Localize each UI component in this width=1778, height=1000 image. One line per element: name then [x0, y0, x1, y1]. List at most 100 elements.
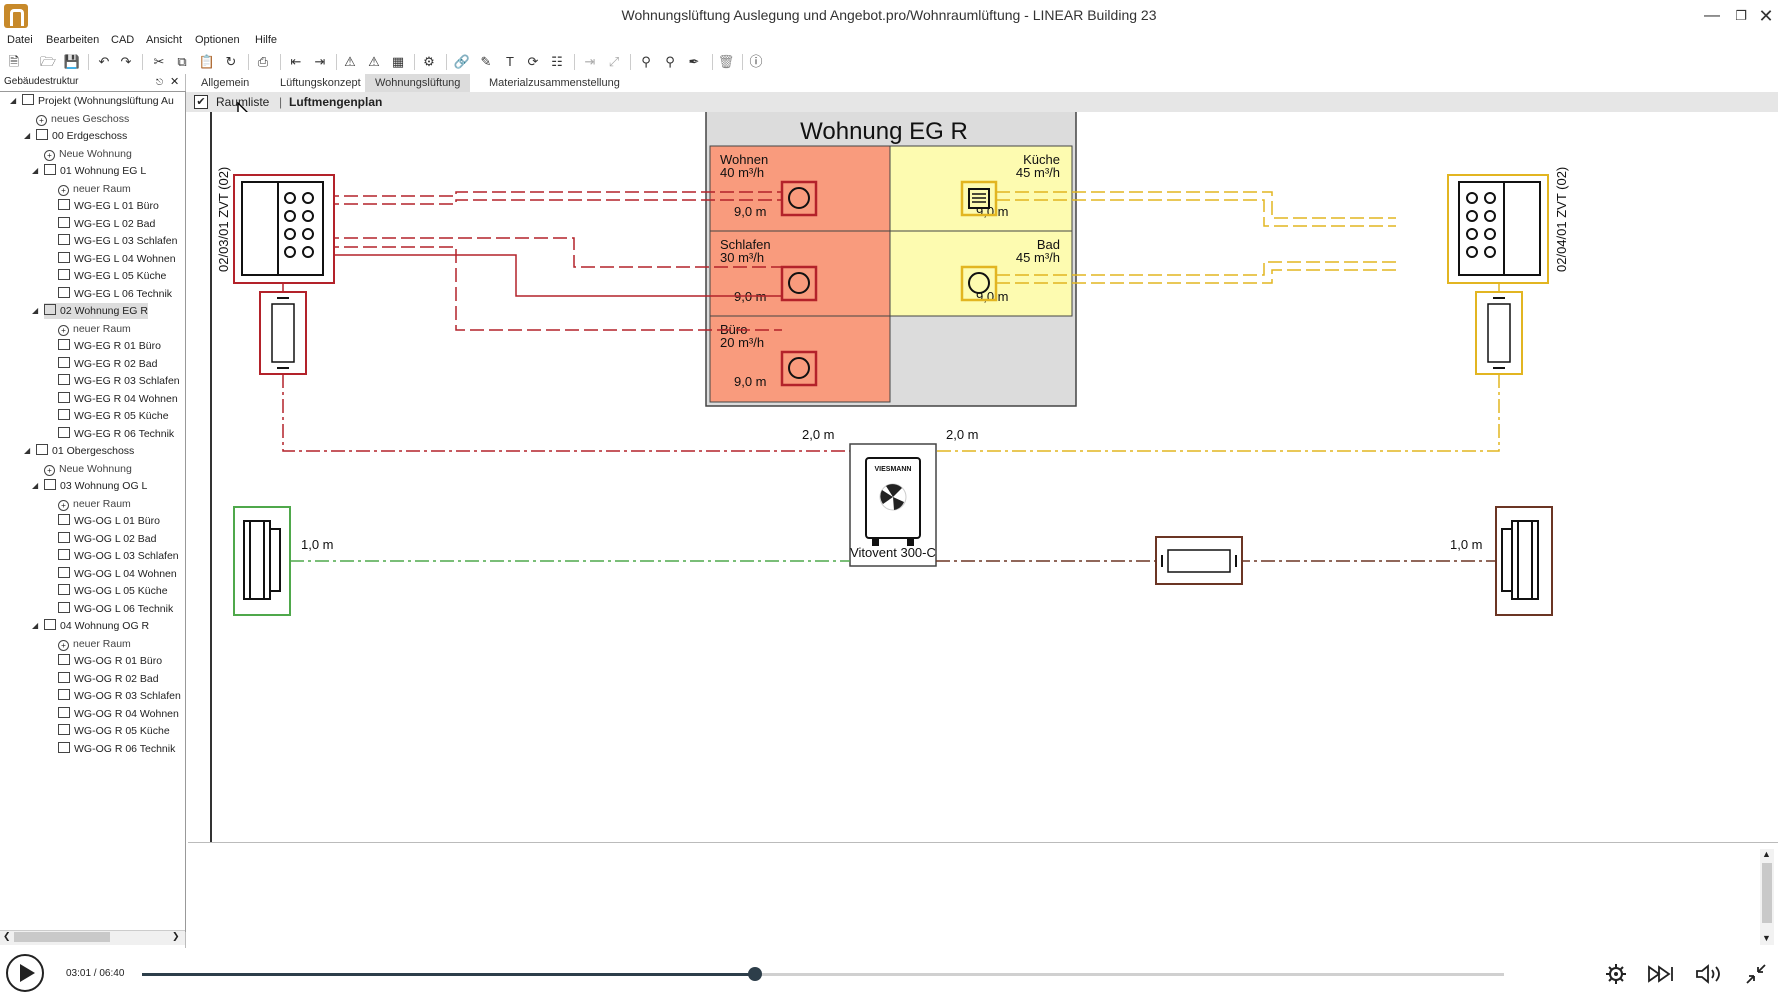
text-icon[interactable]: T	[500, 52, 520, 72]
raumliste-checkbox[interactable]: ✔	[194, 95, 208, 109]
outdoor-air-intake[interactable]	[233, 506, 291, 616]
air-flow-plan-canvas[interactable]: Wohnung EG R Wohnen 40 m³/h 9,0 m Küche …	[186, 112, 1778, 842]
tree-node-room[interactable]: WG-OG R 06 Technik	[58, 741, 175, 757]
export-icon[interactable]: ⇥	[310, 52, 330, 72]
tree-node-room[interactable]: WG-OG L 05 Küche	[58, 583, 168, 599]
play-button[interactable]	[6, 954, 44, 992]
tree-node-room[interactable]: WG-EG R 02 Bad	[58, 356, 157, 372]
luftmengenplan-label[interactable]: Luftmengenplan	[289, 95, 382, 109]
scroll-up-icon[interactable]: ▲	[1762, 849, 1771, 859]
tree-node-room[interactable]: WG-EG L 01 Büro	[58, 198, 159, 214]
tree-node-flat[interactable]: ◢ 03 Wohnung OG L	[32, 478, 147, 494]
refresh-icon[interactable]: ↻	[221, 52, 241, 72]
new-file-icon[interactable]: 🗎	[4, 52, 24, 72]
link-icon[interactable]: 🔗	[452, 52, 472, 72]
tree-node-room[interactable]: WG-EG L 04 Wohnen	[58, 251, 176, 267]
right-distributor[interactable]	[1447, 174, 1549, 284]
exhaust-air-outlet[interactable]	[1495, 506, 1553, 616]
menu-ansicht[interactable]: Ansicht	[146, 34, 182, 46]
tree-node-add[interactable]: + Neue Wohnung	[44, 146, 132, 162]
tab-lueftungskonzept[interactable]: Lüftungskonzept	[270, 74, 371, 92]
scroll-left-icon[interactable]: ❮	[3, 931, 11, 942]
expand-toggle-icon[interactable]: ◢	[24, 128, 30, 144]
scroll-down-icon[interactable]: ▼	[1762, 933, 1771, 943]
menu-datei[interactable]: Datei	[7, 34, 33, 46]
menu-optionen[interactable]: Optionen	[195, 34, 240, 46]
tree-node-room[interactable]: WG-EG L 02 Bad	[58, 216, 155, 232]
left-silencer[interactable]	[259, 291, 307, 375]
tree-node-room[interactable]: WG-EG L 03 Schlafen	[58, 233, 178, 249]
close-icon[interactable]: ✕	[1752, 4, 1778, 28]
menu-cad[interactable]: CAD	[111, 34, 134, 46]
panel-close-icon[interactable]: ✕	[170, 74, 179, 90]
tree-node-add[interactable]: + neuer Raum	[58, 496, 131, 512]
exit-fullscreen-icon[interactable]	[1744, 962, 1768, 986]
tree-node-floor[interactable]: ◢ 01 Obergeschoss	[24, 443, 134, 459]
paste-icon[interactable]: 📋	[197, 52, 217, 72]
progress-track[interactable]	[142, 967, 1504, 981]
menu-bearbeiten[interactable]: Bearbeiten	[46, 34, 99, 46]
tree-node-add[interactable]: + neuer Raum	[58, 321, 131, 337]
warning-list-icon[interactable]: ⚠	[364, 52, 384, 72]
trash-icon[interactable]: 🗑	[716, 52, 736, 72]
warning-icon[interactable]: ⚠	[340, 52, 360, 72]
expand-toggle-icon[interactable]: ◢	[32, 478, 38, 494]
scroll-right-icon[interactable]: ❯	[172, 931, 180, 942]
tree-node-room[interactable]: WG-EG R 06 Technik	[58, 426, 174, 442]
tree-node-flat[interactable]: ◢ 02 Wohnung EG R	[32, 303, 148, 319]
open-folder-icon[interactable]: 🗁	[38, 52, 58, 72]
tree-node-room[interactable]: WG-EG R 05 Küche	[58, 408, 169, 424]
progress-handle[interactable]	[747, 967, 762, 981]
expand-toggle-icon[interactable]: ◢	[32, 618, 38, 634]
tree-node-room[interactable]: WG-EG L 06 Technik	[58, 286, 172, 302]
tree-node-add[interactable]: + neuer Raum	[58, 181, 131, 197]
tab-wohnungslueftung[interactable]: Wohnungslüftung	[365, 74, 471, 92]
print-icon[interactable]: ⎙	[253, 52, 273, 72]
settings-gear-icon[interactable]: ⚙	[419, 52, 439, 72]
left-distributor[interactable]	[233, 174, 335, 284]
tree-node-room[interactable]: WG-EG R 03 Schlafen	[58, 373, 180, 389]
tree-node-room[interactable]: WG-OG R 02 Bad	[58, 671, 159, 687]
tree-node-add[interactable]: + neues Geschoss	[36, 111, 129, 127]
vertical-scrollbar[interactable]: ▲ ▼	[1760, 849, 1774, 945]
tree-node-add[interactable]: + Neue Wohnung	[44, 461, 132, 477]
pencil-icon[interactable]: ✎	[476, 52, 496, 72]
hierarchy-icon[interactable]: ☷	[547, 52, 567, 72]
calculator-icon[interactable]: ▦	[388, 52, 408, 72]
tree-node-room[interactable]: WG-OG L 01 Büro	[58, 513, 160, 529]
restore-icon[interactable]: ❐	[1727, 4, 1755, 28]
copy-icon[interactable]: ⧉	[172, 52, 192, 72]
expand-toggle-icon[interactable]: ◢	[32, 303, 38, 319]
minimize-icon[interactable]: —	[1698, 4, 1726, 28]
search-edit-icon[interactable]: ⚲	[660, 52, 680, 72]
tree-node-floor[interactable]: ◢ 00 Erdgeschoss	[24, 128, 127, 144]
zoom-icon[interactable]: ⚲	[636, 52, 656, 72]
info-icon[interactable]: ⓘ	[746, 52, 766, 72]
expand-toggle-icon[interactable]: ◢	[10, 93, 16, 109]
tree-node-room[interactable]: WG-OG L 03 Schlafen	[58, 548, 179, 564]
resize-icon[interactable]: ⤢	[604, 52, 624, 72]
tree-node-room[interactable]: WG-OG R 05 Küche	[58, 723, 170, 739]
scroll-thumb[interactable]	[14, 932, 110, 942]
tree-node-add[interactable]: + neuer Raum	[58, 636, 131, 652]
tree-node-room[interactable]: WG-OG L 02 Bad	[58, 531, 156, 547]
tree-node-room[interactable]: WG-OG R 01 Büro	[58, 653, 162, 669]
save-icon[interactable]: 💾	[62, 52, 82, 72]
tree-node-room[interactable]: WG-EG R 01 Büro	[58, 338, 161, 354]
tree-node-room[interactable]: WG-OG R 04 Wohnen	[58, 706, 179, 722]
import-icon[interactable]: ⇤	[286, 52, 306, 72]
tree-node-room[interactable]: WG-OG L 06 Technik	[58, 601, 173, 617]
tree-node-room[interactable]: WG-OG L 04 Wohnen	[58, 566, 177, 582]
playback-speed-icon[interactable]	[1646, 962, 1676, 986]
tab-materialzusammenstellung[interactable]: Materialzusammenstellung	[479, 74, 630, 92]
eyedropper-icon[interactable]: ✒	[684, 52, 704, 72]
redo-icon[interactable]: ↷	[116, 52, 136, 72]
expand-toggle-icon[interactable]: ◢	[32, 163, 38, 179]
volume-icon[interactable]	[1694, 962, 1726, 986]
expand-toggle-icon[interactable]: ◢	[24, 443, 30, 459]
plan-drawing[interactable]: Wohnung EG R Wohnen 40 m³/h 9,0 m Küche …	[186, 112, 1778, 842]
tree-node-flat[interactable]: ◢ 01 Wohnung EG L	[32, 163, 146, 179]
tree-node-flat[interactable]: ◢ 04 Wohnung OG R	[32, 618, 149, 634]
vertical-scroll-thumb[interactable]	[1762, 863, 1772, 923]
right-silencer[interactable]	[1475, 291, 1523, 375]
